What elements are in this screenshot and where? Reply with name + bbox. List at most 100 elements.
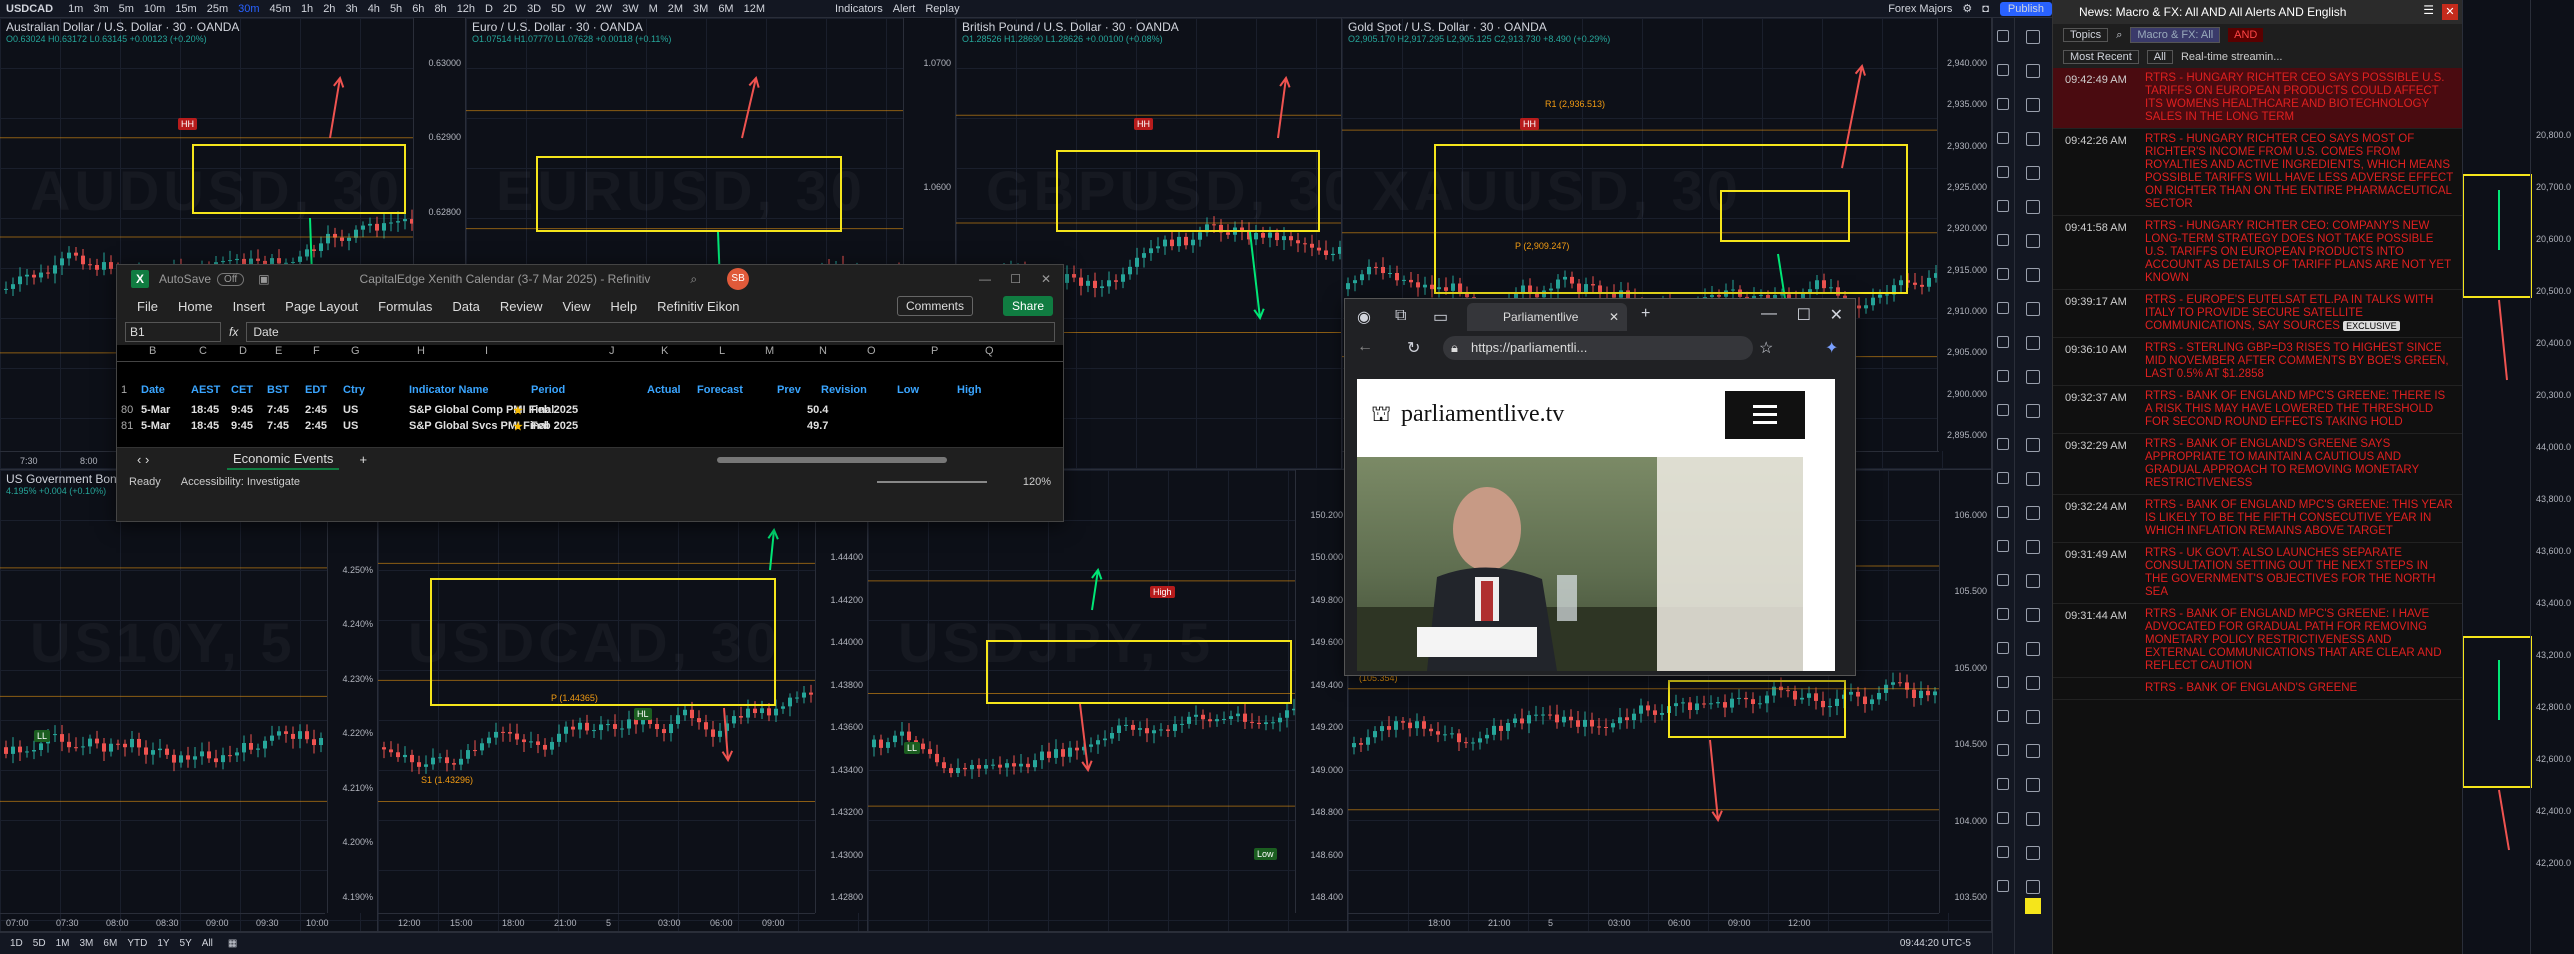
toolbar-icon[interactable] [1997, 540, 2009, 552]
table-cell[interactable]: S&P Global Svcs PMI Final [409, 420, 549, 432]
ribbon-tab-home[interactable]: Home [178, 299, 213, 314]
header-cell[interactable]: AEST [191, 384, 220, 396]
toolbar-icon[interactable] [1997, 132, 2009, 144]
interval-5m[interactable]: 5m [114, 3, 139, 15]
table-cell[interactable]: 9:45 [231, 404, 253, 416]
topics-dropdown[interactable]: Topics [2063, 28, 2109, 42]
sheet-tab-economic-events[interactable]: Economic Events [227, 449, 340, 470]
toolbar-icon[interactable] [1997, 30, 2009, 42]
drawing-tool-icon[interactable] [2026, 404, 2040, 418]
drawing-tool-icon[interactable] [2026, 98, 2040, 112]
indicators-button[interactable]: Indicators [830, 3, 888, 15]
table-cell[interactable]: 9:45 [231, 420, 253, 432]
drawing-tool-icon[interactable] [2026, 676, 2040, 690]
news-item[interactable]: 09:39:17 AM RTRS - EUROPE'S EUTELSAT ETL.… [2053, 290, 2462, 338]
drawing-tool-icon[interactable] [2026, 268, 2040, 282]
ribbon-tab-formulas[interactable]: Formulas [378, 299, 432, 314]
fx-icon[interactable]: fx [229, 325, 238, 339]
interval-12h[interactable]: 12h [452, 3, 480, 15]
column-header[interactable]: N [819, 345, 827, 361]
table-cell[interactable]: 7:45 [267, 404, 289, 416]
row-number[interactable]: 81 [121, 420, 133, 432]
interval-3M[interactable]: 3M [688, 3, 713, 15]
minimize-icon[interactable]: — [1761, 305, 1777, 323]
drawing-tool-icon[interactable] [2026, 438, 2040, 452]
zone-box[interactable] [1056, 150, 1320, 232]
interval-5D[interactable]: 5D [546, 3, 570, 15]
spreadsheet-grid[interactable]: B C D E F G H I J K L M N O P Q 1 Date AEST CET BST EDT Ctry In… [117, 345, 1063, 447]
header-cell[interactable]: Forecast [697, 384, 743, 396]
interval-2h[interactable]: 2h [318, 3, 340, 15]
search-icon[interactable]: ⌕ [690, 272, 697, 287]
chart-title[interactable]: Gold Spot / U.S. Dollar · 30 · OANDA [1348, 20, 1547, 34]
close-icon[interactable]: ✕ [1830, 305, 1843, 325]
ribbon-tab-page-layout[interactable]: Page Layout [285, 299, 358, 314]
interval-W[interactable]: W [570, 3, 590, 15]
table-cell[interactable]: 5-Mar [141, 420, 170, 432]
zoom-slider[interactable] [877, 481, 987, 483]
column-header[interactable]: D [239, 345, 247, 361]
collections-icon[interactable]: ⧉ [1395, 307, 1406, 325]
interval-6h[interactable]: 6h [407, 3, 429, 15]
horizontal-scrollbar[interactable] [717, 457, 947, 463]
column-header[interactable]: Q [985, 345, 994, 361]
drawing-tool-icon[interactable] [2026, 472, 2040, 486]
interval-12M[interactable]: 12M [739, 3, 770, 15]
interval-5h[interactable]: 5h [385, 3, 407, 15]
name-box[interactable]: B1 [125, 322, 221, 342]
search-icon[interactable]: ⌕ [2116, 29, 2122, 42]
toolbar-icon[interactable] [1997, 438, 2009, 450]
toolbar-icon[interactable] [1997, 744, 2009, 756]
price-axis[interactable]: 4.260%4.250%4.240%4.230%4.220%4.210%4.20… [327, 470, 377, 913]
settings-icon[interactable]: ⚙ [1957, 2, 1977, 15]
zone-box[interactable] [1720, 190, 1850, 242]
price-axis[interactable]: 2,940.000 2,935.000 2,930.000 2,925.000 2,92… [1937, 18, 1991, 451]
table-cell[interactable]: Feb 2025 [531, 404, 578, 416]
reload-icon[interactable]: ↻ [1407, 338, 1420, 358]
toolbar-icon[interactable] [1997, 778, 2009, 790]
zone-box[interactable] [986, 640, 1292, 704]
table-cell[interactable]: 5-Mar [141, 404, 170, 416]
toolbar-icon[interactable] [1997, 676, 2009, 688]
header-cell[interactable]: Prev [777, 384, 801, 396]
column-header[interactable]: H [417, 345, 425, 361]
interval-6M[interactable]: 6M [713, 3, 738, 15]
interval-25m[interactable]: 25m [202, 3, 233, 15]
add-sheet-icon[interactable]: + [359, 452, 367, 467]
news-item[interactable]: 09:32:37 AM RTRS - BANK OF ENGLAND MPC'S … [2053, 386, 2462, 434]
calendar-icon[interactable]: ▦ [223, 938, 242, 949]
color-swatch-icon[interactable] [2025, 898, 2041, 914]
news-query-input[interactable]: Macro & FX: All [2130, 27, 2221, 43]
ribbon-tab-data[interactable]: Data [452, 299, 479, 314]
header-cell[interactable]: Actual [647, 384, 681, 396]
news-item[interactable]: 09:36:10 AM RTRS - STERLING GBP=D3 RISES … [2053, 338, 2462, 386]
chart-title[interactable]: British Pound / U.S. Dollar · 30 · OANDA [962, 20, 1179, 34]
chart-title[interactable]: Euro / U.S. Dollar · 30 · OANDA [472, 20, 643, 34]
formula-input[interactable]: Date [246, 322, 1055, 342]
zoom-level[interactable]: 120% [1023, 476, 1051, 488]
column-header[interactable]: P [931, 345, 938, 361]
table-cell[interactable]: 49.7 [807, 420, 828, 432]
table-cell[interactable]: US [343, 420, 358, 432]
toolbar-icon[interactable] [1997, 642, 2009, 654]
table-cell[interactable]: 18:45 [191, 420, 219, 432]
browser-tab[interactable]: Parliamentlive ✕ [1467, 303, 1627, 331]
toolbar-icon[interactable] [1997, 268, 2009, 280]
row-number[interactable]: 1 [121, 384, 127, 396]
menu-icon[interactable]: ☰ [2423, 3, 2434, 17]
drawing-tool-icon[interactable] [2026, 846, 2040, 860]
toolbar-icon[interactable] [1997, 574, 2009, 586]
table-cell[interactable]: 2:45 [305, 420, 327, 432]
alert-button[interactable]: Alert [888, 3, 921, 15]
range-3M[interactable]: 3M [75, 938, 99, 949]
close-icon[interactable]: ✕ [2442, 4, 2458, 20]
interval-15m[interactable]: 15m [170, 3, 201, 15]
header-cell[interactable]: Revision [821, 384, 867, 396]
zone-box[interactable] [536, 156, 842, 232]
toolbar-icon[interactable] [1997, 98, 2009, 110]
ribbon-tab-insert[interactable]: Insert [233, 299, 266, 314]
range-YTD[interactable]: YTD [122, 938, 152, 949]
interval-3W[interactable]: 3W [617, 3, 644, 15]
ribbon-tab-file[interactable]: File [137, 299, 158, 314]
column-header[interactable]: L [719, 345, 725, 361]
